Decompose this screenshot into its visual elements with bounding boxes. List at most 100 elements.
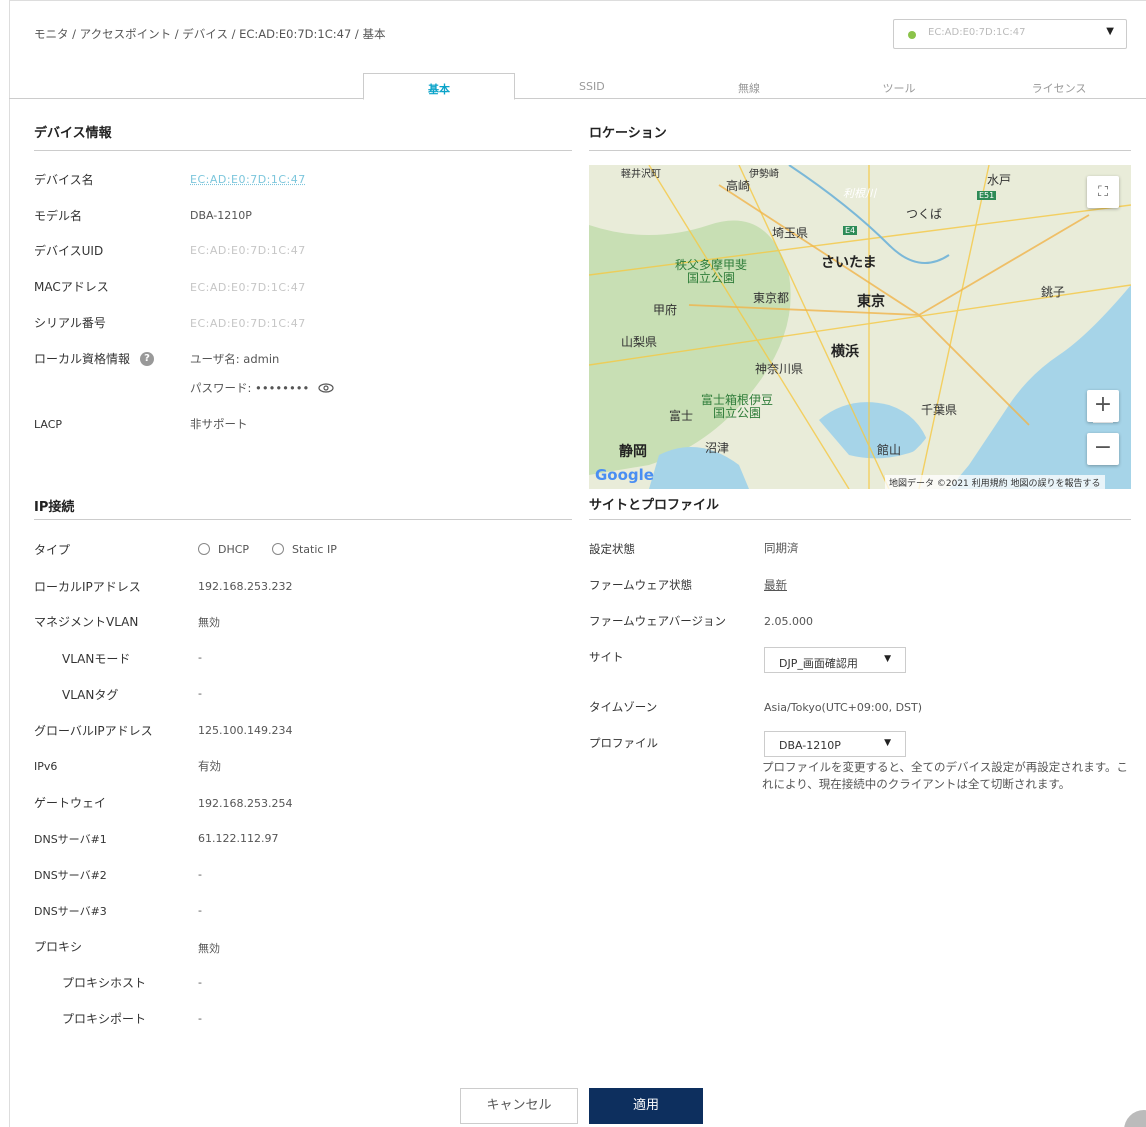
caret-down-icon: ▼ xyxy=(884,654,891,664)
map-label-takasaki: 高崎 xyxy=(726,179,751,193)
tab-basic[interactable]: 基本 xyxy=(363,73,515,100)
tab-tools[interactable]: ツール xyxy=(839,73,959,99)
device-name-link[interactable]: EC:AD:E0:7D:1C:47 xyxy=(190,173,306,186)
google-logo: Google xyxy=(595,466,654,484)
proxy-host-value: - xyxy=(198,976,202,989)
model-label: モデル名 xyxy=(34,209,83,223)
map-label-tateyama: 館山 xyxy=(877,443,902,457)
dns1-label: DNSサーバ#1 xyxy=(34,833,107,846)
location-map[interactable]: 軽井沢町 伊勢崎 高崎 水戸 利根川 E51 つくば E4 埼玉県 さいたま 秩… xyxy=(589,165,1131,489)
static-ip-radio[interactable] xyxy=(272,543,284,555)
timezone-label: タイムゾーン xyxy=(589,700,658,714)
global-ip-label: グローバルIPアドレス xyxy=(34,724,153,738)
map-label-karuizawa: 軽井沢町 xyxy=(621,169,661,180)
caret-down-icon: ▼ xyxy=(1106,26,1114,37)
map-label-fujihakone: 富士箱根伊豆 国立公園 xyxy=(701,393,774,420)
profile-dropdown[interactable]: DBA-1210P ▼ xyxy=(764,731,906,757)
ipv6-value: 有効 xyxy=(198,759,221,773)
apply-button[interactable]: 適用 xyxy=(589,1088,703,1124)
map-label-saitama-pref: 埼玉県 xyxy=(772,226,809,240)
vlan-tag-value: - xyxy=(198,687,202,700)
vlan-tag-label: VLANタグ xyxy=(62,688,119,702)
gateway-label: ゲートウェイ xyxy=(34,796,107,810)
proxy-host-label: プロキシホスト xyxy=(62,976,147,990)
map-label-tsukuba: つくば xyxy=(906,207,943,221)
mac-label: MACアドレス xyxy=(34,280,109,294)
map-label-kofu: 甲府 xyxy=(653,303,678,317)
zoom-in-button[interactable]: + xyxy=(1087,390,1119,422)
config-status-value: 同期済 xyxy=(764,541,799,555)
divider xyxy=(589,519,1131,520)
site-dropdown-value: DJP_画面確認用 xyxy=(779,657,858,670)
proxy-label: プロキシ xyxy=(34,940,83,954)
map-label-e4: E4 xyxy=(843,226,858,235)
vlan-mode-label: VLANモード xyxy=(62,652,131,666)
fw-status-label: ファームウェア状態 xyxy=(589,578,693,592)
credentials-label: ローカル資格情報 xyxy=(34,352,131,366)
fw-status-link[interactable]: 最新 xyxy=(764,577,787,593)
map-label-yokohama: 横浜 xyxy=(831,344,859,360)
static-ip-label[interactable]: Static IP xyxy=(292,543,337,556)
proxy-value: 無効 xyxy=(198,942,220,955)
local-ip-label: ローカルIPアドレス xyxy=(34,580,141,594)
global-ip-value: 125.100.149.234 xyxy=(198,724,293,737)
ip-title: IP接続 xyxy=(34,500,75,515)
fullscreen-icon[interactable]: ⛶ xyxy=(1087,176,1119,208)
proxy-port-label: プロキシポート xyxy=(62,1012,147,1026)
dns3-label: DNSサーバ#3 xyxy=(34,905,107,918)
gateway-value: 192.168.253.254 xyxy=(198,797,293,810)
site-dropdown[interactable]: DJP_画面確認用 ▼ xyxy=(764,647,906,673)
profile-warning-text: プロファイルを変更すると、全てのデバイス設定が再設定されます。これにより、現在接… xyxy=(762,760,1129,791)
profile-label: プロファイル xyxy=(589,736,658,750)
fw-version-value: 2.05.000 xyxy=(764,615,813,628)
status-dot-icon xyxy=(908,31,916,39)
zoom-out-button[interactable]: − xyxy=(1087,433,1119,465)
eye-icon[interactable] xyxy=(318,383,334,393)
map-label-tokyo: 東京 xyxy=(857,294,885,310)
map-terrain xyxy=(589,165,1131,489)
timezone-value: Asia/Tokyo(UTC+09:00, DST) xyxy=(764,701,923,714)
mgmt-vlan-value: 無効 xyxy=(198,616,220,629)
mgmt-vlan-label: マネジメントVLAN xyxy=(34,615,139,629)
proxy-port-value: - xyxy=(198,1012,202,1025)
username-text: ユーザ名: admin xyxy=(190,352,280,366)
lacp-value: 非サポート xyxy=(190,417,248,431)
cancel-button[interactable]: キャンセル xyxy=(460,1088,578,1124)
uid-value: EC:AD:E0:7D:1C:47 xyxy=(190,244,306,257)
map-label-chiba: 千葉県 xyxy=(921,403,958,417)
map-label-e51: E51 xyxy=(977,191,997,200)
device-selector-value: EC:AD:E0:7D:1C:47 xyxy=(928,27,1026,38)
tab-wireless[interactable]: 無線 xyxy=(689,73,809,99)
divider xyxy=(34,519,572,520)
divider xyxy=(589,150,1131,151)
map-label-numazu: 沼津 xyxy=(705,441,730,455)
serial-value: EC:AD:E0:7D:1C:47 xyxy=(190,317,306,330)
config-status-label: 設定状態 xyxy=(589,542,635,556)
map-label-tokyo-to: 東京都 xyxy=(753,291,790,305)
device-info-title: デバイス情報 xyxy=(34,126,112,141)
location-title: ロケーション xyxy=(589,126,667,141)
map-label-fuji: 富士 xyxy=(669,409,694,423)
map-label-shizuoka: 静岡 xyxy=(619,444,647,460)
map-label-choshi: 銚子 xyxy=(1041,285,1066,299)
device-selector[interactable]: EC:AD:E0:7D:1C:47 ▼ xyxy=(893,19,1127,49)
model-value: DBA-1210P xyxy=(190,209,252,222)
fw-version-label: ファームウェアバージョン xyxy=(589,614,726,628)
map-label-saitama: さいたま xyxy=(821,255,877,271)
tab-ssid[interactable]: SSID xyxy=(529,73,649,99)
map-attribution[interactable]: 地図データ ©2021 利用規約 地図の誤りを報告する xyxy=(885,475,1105,489)
dns2-label: DNSサーバ#2 xyxy=(34,869,107,882)
site-profile-title: サイトとプロファイル xyxy=(589,498,720,513)
tab-license[interactable]: ライセンス xyxy=(999,73,1119,99)
map-label-tonegawa: 利根川 xyxy=(843,187,876,200)
help-icon[interactable]: ? xyxy=(140,352,154,366)
vlan-mode-value: - xyxy=(198,651,202,664)
map-label-chichibu: 秩父多摩甲斐 国立公園 xyxy=(675,258,748,285)
profile-dropdown-value: DBA-1210P xyxy=(779,739,841,752)
mac-value: EC:AD:E0:7D:1C:47 xyxy=(190,281,306,294)
dns2-value: - xyxy=(198,868,202,881)
map-label-yamanashi: 山梨県 xyxy=(621,335,658,349)
dhcp-radio[interactable] xyxy=(198,543,210,555)
dhcp-label[interactable]: DHCP xyxy=(218,543,249,556)
device-name-label: デバイス名 xyxy=(34,173,94,187)
